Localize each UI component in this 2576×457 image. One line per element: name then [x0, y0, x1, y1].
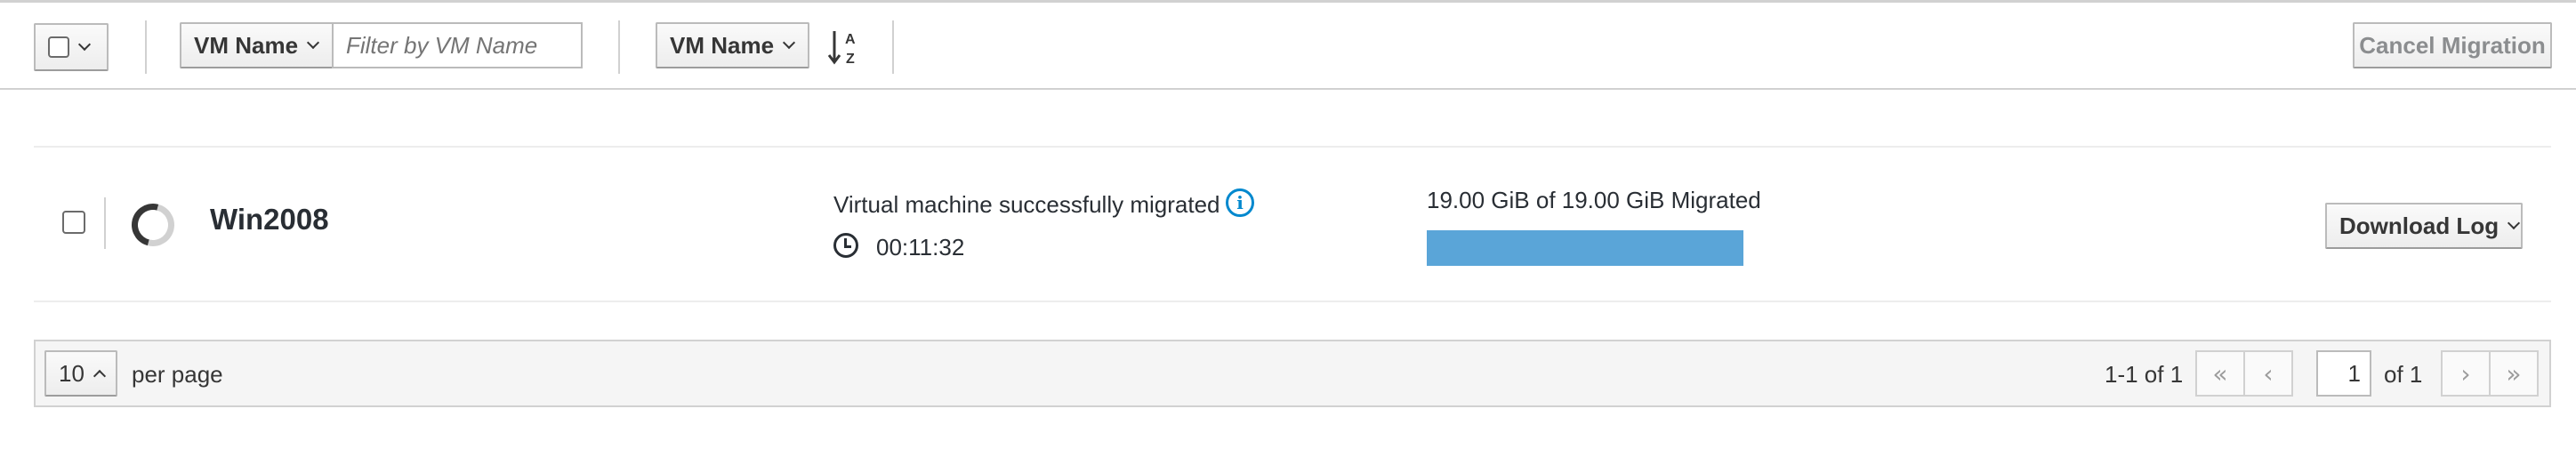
total-pages: of 1 [2384, 361, 2423, 388]
svg-text:A: A [845, 32, 856, 47]
chevron-down-icon [782, 36, 796, 50]
cancel-migration-label: Cancel Migration [2359, 31, 2546, 59]
download-log-button[interactable]: Download Log [2325, 203, 2523, 249]
toolbar-divider [892, 20, 894, 74]
filter-field-label: VM Name [194, 31, 299, 59]
toolbar-divider [618, 20, 620, 74]
chevron-left-icon: ‹ [2263, 358, 2274, 389]
vm-name: Win2008 [210, 203, 329, 236]
current-page-input[interactable] [2316, 350, 2371, 397]
first-page-button[interactable]: « [2195, 350, 2245, 397]
toolbar-divider [145, 20, 147, 74]
per-page-dropdown[interactable]: 10 [44, 350, 117, 397]
row-checkbox[interactable] [62, 211, 85, 234]
per-page-label: per page [132, 361, 223, 388]
bulk-select-checkbox[interactable] [48, 36, 69, 58]
row-divider [34, 301, 2551, 302]
pagination-bar: 10 per page 1-1 of 1 « ‹ of 1 › » [34, 340, 2551, 407]
chevron-down-icon [2508, 216, 2521, 230]
per-page-value: 10 [59, 359, 85, 387]
toolbar: VM Name VM Name A Z Cancel Migration [0, 3, 2576, 90]
item-range: 1-1 of 1 [2105, 361, 2184, 388]
chevron-up-icon [93, 369, 106, 383]
previous-page-button[interactable]: ‹ [2243, 350, 2293, 397]
progress-label: 19.00 GiB of 19.00 GiB Migrated [1427, 187, 1761, 213]
next-page-button[interactable]: › [2441, 350, 2491, 397]
sort-field-label: VM Name [670, 31, 775, 59]
chevron-down-icon [306, 36, 320, 50]
migration-status-text: Virtual machine successfully migrated [833, 191, 1220, 218]
progress-fill [1427, 230, 1743, 266]
filter-field-select[interactable]: VM Name [180, 22, 334, 68]
filter-input[interactable] [332, 22, 583, 68]
bulk-select-dropdown[interactable] [34, 23, 109, 71]
svg-text:Z: Z [846, 52, 855, 67]
row-separator [104, 197, 106, 249]
cancel-migration-button[interactable]: Cancel Migration [2353, 22, 2552, 68]
clock-icon [833, 233, 858, 258]
chevron-right-icon: › [2460, 358, 2471, 389]
double-chevron-left-icon: « [2212, 358, 2228, 389]
last-page-button[interactable]: » [2489, 350, 2539, 397]
chevron-down-icon [77, 37, 92, 52]
sort-alpha-asc-icon[interactable]: A Z [827, 28, 863, 67]
elapsed-time: 00:11:32 [876, 234, 965, 261]
status-spinner-icon [124, 196, 182, 254]
progress-bar [1427, 230, 1743, 266]
info-icon[interactable]: i [1226, 188, 1254, 217]
sort-field-select[interactable]: VM Name [656, 22, 809, 68]
double-chevron-right-icon: » [2506, 358, 2522, 389]
row-divider [34, 146, 2551, 148]
download-log-label: Download Log [2339, 212, 2500, 239]
